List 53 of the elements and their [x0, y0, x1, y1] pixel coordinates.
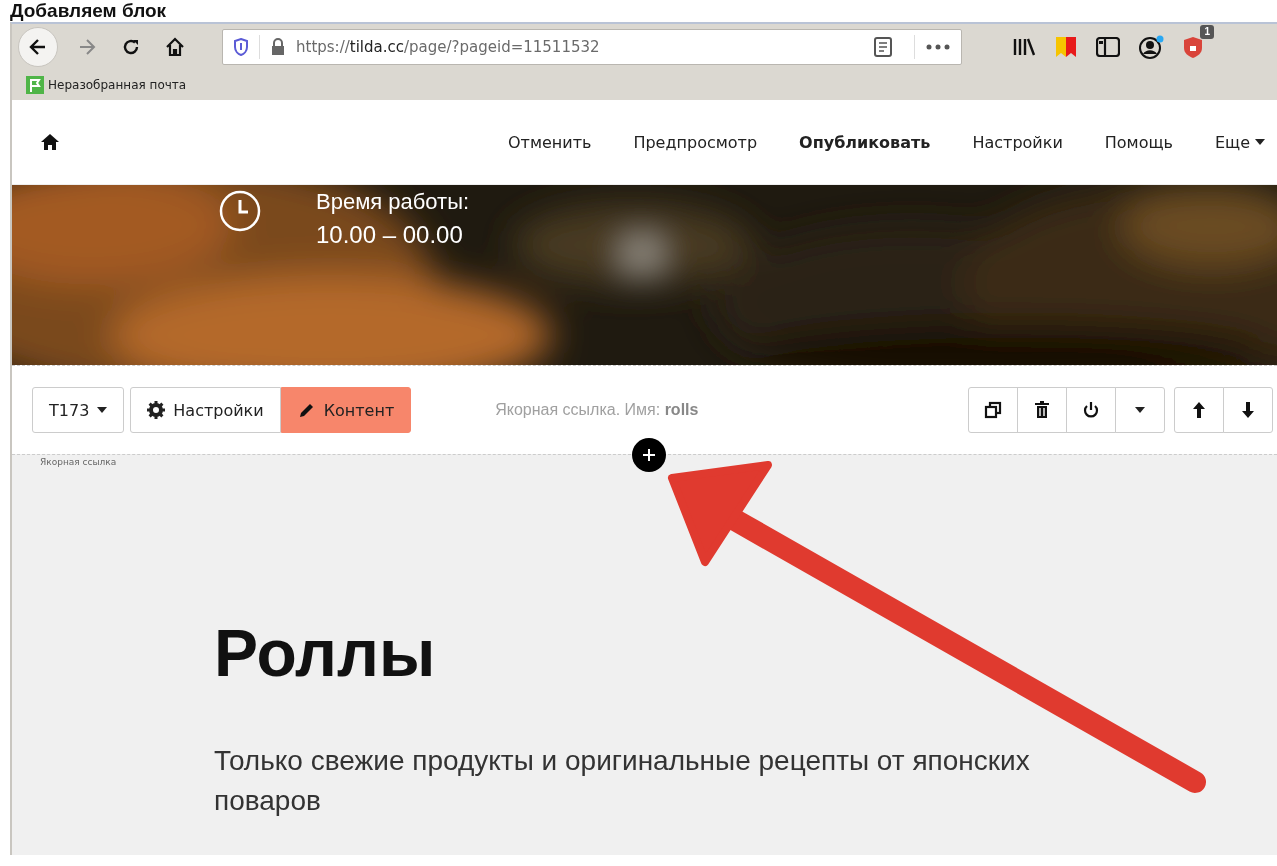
caret-icon [1255, 139, 1265, 145]
duplicate-button[interactable] [968, 387, 1018, 433]
block-type-dropdown[interactable]: T173 [32, 387, 125, 433]
reader-view-icon[interactable] [874, 37, 892, 57]
url-text: https://tilda.cc/page/?pageid=11511532 [296, 38, 601, 56]
home-icon[interactable] [164, 36, 186, 58]
caret-icon [97, 407, 108, 413]
back-button[interactable] [18, 27, 58, 67]
reload-icon[interactable] [121, 37, 141, 57]
move-down-button[interactable] [1223, 387, 1273, 433]
flag-icon [26, 76, 44, 94]
bookmark-item[interactable]: Неразобранная почта [12, 70, 1277, 100]
lock-icon [270, 38, 286, 56]
plus-icon [642, 448, 656, 462]
nav-link[interactable]: Помощь [1104, 132, 1173, 152]
sidebar-icon[interactable] [1096, 37, 1120, 57]
settings-tab[interactable]: Настройки [130, 387, 281, 433]
hours-value: 10.00 – 00.00 [316, 220, 464, 250]
account-icon[interactable] [1138, 35, 1164, 59]
anchor-label: Якорная ссылка [39, 456, 118, 467]
notification-badge: 1 [1200, 25, 1214, 39]
power-icon [1082, 401, 1100, 419]
section-text: Только свежие продукты и оригинальные рецепты от японских поваров [214, 744, 1031, 818]
nav-link[interactable]: Предпросмотр [633, 132, 758, 152]
copy-icon [984, 401, 1002, 419]
more-menu[interactable]: Еще [1214, 132, 1265, 152]
hours-label: Время работы: [316, 188, 470, 216]
publish-link[interactable]: Опубликовать [799, 132, 931, 152]
power-button[interactable] [1066, 387, 1116, 433]
down-arrow-icon [1241, 401, 1255, 419]
pencil-icon [297, 401, 316, 419]
content-tab[interactable]: Контент [280, 387, 412, 433]
section-heading: Роллы [214, 615, 437, 691]
move-up-button[interactable] [1174, 387, 1224, 433]
trash-icon [1034, 401, 1050, 419]
address-bar[interactable]: https://tilda.cc/page/?pageid=11511532 [222, 29, 962, 65]
back-arrow-icon [28, 37, 48, 57]
nav-link[interactable]: Настройки [972, 132, 1063, 152]
up-arrow-icon [1192, 401, 1206, 419]
bookmark-flag-icon[interactable] [1054, 35, 1078, 59]
library-icon[interactable] [1012, 37, 1036, 57]
anchor-info: Якорная ссылка. Имя: rolls [495, 401, 699, 419]
gear-icon [147, 401, 166, 419]
nav-link[interactable]: Отменить [508, 132, 592, 152]
add-block-button[interactable] [632, 438, 666, 472]
clock-icon [218, 189, 262, 233]
shield-icon [233, 38, 249, 56]
more-icon[interactable] [925, 43, 951, 51]
delete-button[interactable] [1017, 387, 1067, 433]
caret-icon [1135, 407, 1145, 413]
shield-icon[interactable] [1182, 35, 1204, 59]
caption-heading: Добавляем блок [9, 0, 168, 22]
home-icon[interactable] [40, 133, 60, 151]
